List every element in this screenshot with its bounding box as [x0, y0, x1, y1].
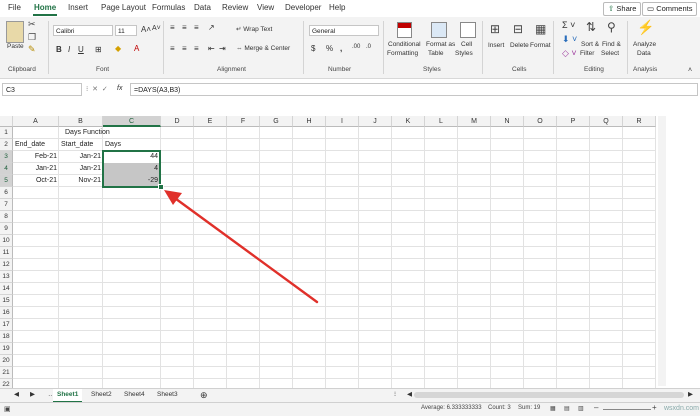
arrow-shaft: [170, 194, 319, 304]
annotation-arrow: [164, 190, 319, 304]
